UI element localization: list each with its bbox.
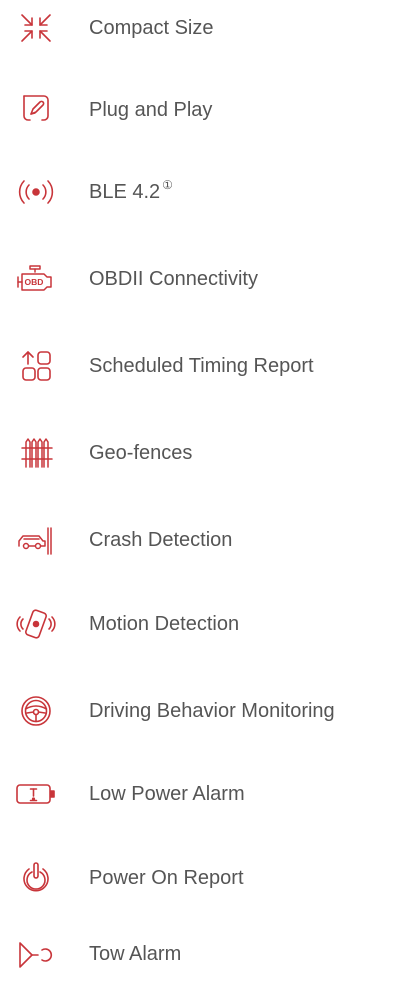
feature-label: Low Power Alarm: [89, 783, 245, 805]
tow-alarm-icon: [14, 932, 58, 976]
ble-signal-icon: [14, 170, 58, 214]
feature-motion-detection: Motion Detection: [0, 602, 401, 662]
feature-low-power-alarm: Low Power Alarm: [0, 772, 401, 832]
feature-list: Compact Size Plug and Play BLE 4.2 ① OBD…: [0, 0, 401, 982]
feature-label: Power On Report: [89, 867, 244, 889]
compact-size-icon: [14, 6, 58, 50]
feature-label: Compact Size: [89, 17, 214, 39]
scheduled-report-icon: [14, 344, 58, 388]
feature-driving-behavior: Driving Behavior Monitoring: [0, 689, 401, 749]
motion-detection-icon: [14, 602, 58, 646]
feature-label: Crash Detection: [89, 529, 233, 551]
feature-label: Driving Behavior Monitoring: [89, 700, 335, 722]
steering-wheel-icon: [14, 689, 58, 733]
low-battery-icon: [14, 772, 58, 816]
geo-fence-icon: [14, 431, 58, 475]
feature-label: Motion Detection: [89, 613, 240, 635]
power-icon: [14, 856, 58, 900]
feature-label: OBDII Connectivity: [89, 268, 258, 290]
feature-crash-detection: Crash Detection: [0, 518, 401, 578]
feature-compact-size: Compact Size: [0, 6, 401, 66]
feature-scheduled-report: Scheduled Timing Report: [0, 344, 401, 404]
feature-label-text: BLE 4.2: [89, 181, 161, 203]
footnote-marker: ①: [162, 178, 173, 192]
crash-detection-icon: [14, 518, 58, 562]
feature-geo-fences: Geo-fences: [0, 431, 401, 491]
feature-label: BLE 4.2 ①: [89, 178, 173, 206]
feature-label: Plug and Play: [89, 99, 213, 121]
obd-engine-icon: OBD: [14, 257, 58, 301]
svg-text:OBD: OBD: [25, 277, 44, 287]
feature-label: Geo-fences: [89, 442, 193, 464]
feature-ble: BLE 4.2 ①: [0, 170, 401, 230]
feature-label: Tow Alarm: [89, 943, 182, 965]
feature-tow-alarm: Tow Alarm: [0, 932, 401, 992]
feature-plug-and-play: Plug and Play: [0, 88, 401, 148]
feature-label: Scheduled Timing Report: [89, 355, 314, 377]
feature-obdii: OBD OBDII Connectivity: [0, 257, 401, 317]
plug-and-play-icon: [14, 88, 58, 132]
feature-power-on-report: Power On Report: [0, 856, 401, 916]
